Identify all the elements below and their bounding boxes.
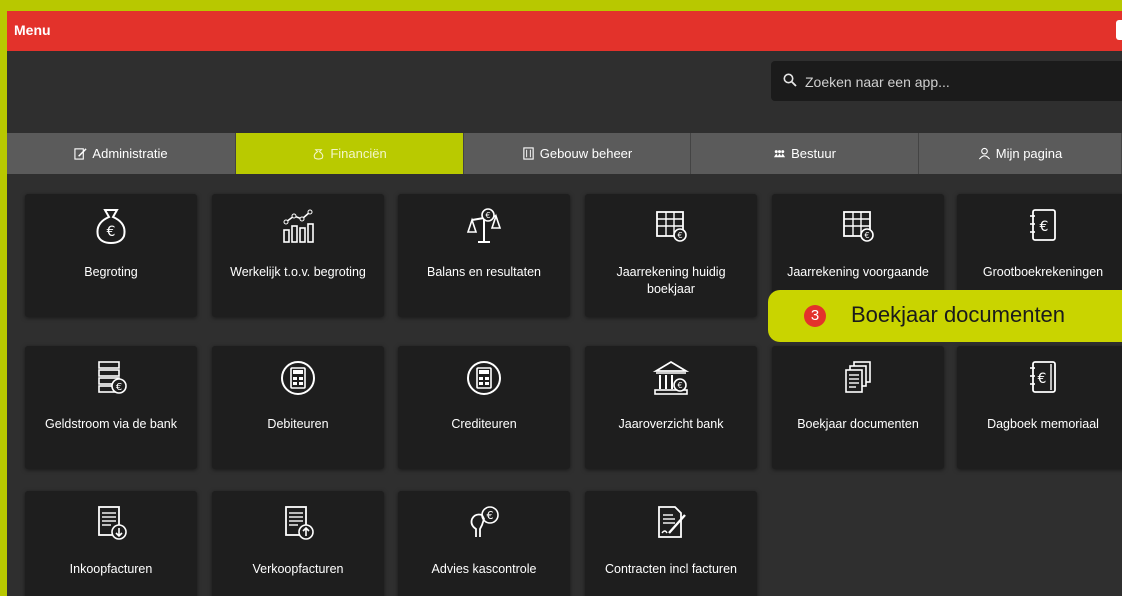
- search-input[interactable]: [803, 70, 1107, 94]
- advice-euro-icon: €: [470, 506, 499, 537]
- svg-text:€: €: [677, 231, 682, 240]
- tile-label: Contracten incl facturen: [604, 562, 737, 576]
- people-icon: [774, 150, 786, 158]
- menu-bar: Menu: [7, 11, 1122, 51]
- svg-text:€: €: [485, 211, 490, 220]
- spreadsheet-euro-icon: €: [656, 211, 687, 242]
- tile-label: Crediteuren: [451, 417, 517, 431]
- tile-label: Dagboek memoriaal: [987, 417, 1099, 431]
- journal-euro-icon: €: [1030, 361, 1056, 393]
- building-icon: [523, 147, 534, 160]
- invoice-upload-icon: [285, 506, 314, 540]
- tile-balans-en-resultaten[interactable]: € Balans en resultaten: [398, 194, 570, 317]
- search-box[interactable]: [771, 61, 1122, 101]
- calculator-icon: [281, 361, 315, 395]
- tile-label: Jaaroverzicht bank: [618, 417, 724, 431]
- tab-administratie[interactable]: Administratie: [7, 133, 236, 174]
- tile-geldstroom-via-de-bank[interactable]: € Geldstroom via de bank: [25, 346, 197, 469]
- money-bag-icon: [314, 149, 324, 160]
- cash-flow-icon: €: [98, 361, 127, 394]
- tab-mijn-pagina[interactable]: Mijn pagina: [919, 133, 1122, 174]
- money-bag-euro-icon: €: [96, 209, 126, 245]
- tab-label: Administratie: [92, 146, 168, 161]
- tab-financien[interactable]: Financiën: [236, 133, 464, 174]
- calculator-icon: [467, 361, 501, 395]
- tile-werkelijk-tov-begroting[interactable]: Werkelijk t.o.v. begroting: [212, 194, 384, 317]
- svg-text:€: €: [107, 224, 116, 240]
- bank-icon: €: [652, 360, 690, 395]
- svg-text:€: €: [1040, 219, 1049, 235]
- menu-title: Menu: [14, 22, 51, 38]
- tab-gebouw-beheer[interactable]: Gebouw beheer: [464, 133, 691, 174]
- tile-begroting[interactable]: € Begroting: [25, 194, 197, 317]
- tab-label: Financiën: [330, 146, 387, 161]
- tile-label: Balans en resultaten: [427, 265, 541, 279]
- window-button[interactable]: [1116, 20, 1122, 40]
- svg-text:€: €: [487, 509, 494, 522]
- tile-contracten-incl-facturen[interactable]: Contracten incl facturen: [585, 491, 757, 596]
- top-bar: [7, 51, 1122, 133]
- tile-dagboek-memoriaal[interactable]: € Dagboek memoriaal: [957, 346, 1122, 469]
- documents-icon: [845, 361, 871, 393]
- contract-sign-icon: [658, 506, 686, 538]
- invoice-download-icon: [98, 506, 127, 540]
- tile-label: Werkelijk t.o.v. begroting: [230, 265, 366, 279]
- bar-chart-icon: [283, 209, 314, 243]
- svg-text:€: €: [116, 382, 122, 393]
- tile-jaaroverzicht-bank[interactable]: € Jaaroverzicht bank: [585, 346, 757, 469]
- tile-label: Boekjaar documenten: [797, 417, 919, 431]
- tile-boekjaar-documenten[interactable]: Boekjaar documenten: [772, 346, 944, 469]
- svg-text:€: €: [1038, 371, 1047, 387]
- callout-text: Boekjaar documenten: [851, 302, 1066, 327]
- tile-crediteuren[interactable]: Crediteuren: [398, 346, 570, 469]
- tile-label: Jaarrekening huidig boekjaar: [616, 265, 726, 296]
- category-tabs: Administratie Financiën Gebouw beheer Be…: [7, 133, 1122, 174]
- tile-label: Debiteuren: [267, 417, 329, 431]
- callout-banner: 3 Boekjaar documenten: [768, 290, 1122, 342]
- callout-number-badge: 3: [804, 305, 826, 327]
- app-window: Menu Administratie Financiën: [7, 11, 1122, 596]
- scale-euro-icon: €: [466, 208, 502, 243]
- tile-advies-kascontrole[interactable]: € Advies kascontrole: [398, 491, 570, 596]
- ledger-euro-icon: €: [1030, 209, 1056, 241]
- tile-label: Verkoopfacturen: [252, 562, 344, 576]
- edit-icon: [74, 148, 88, 160]
- svg-text:€: €: [864, 231, 869, 240]
- tab-bestuur[interactable]: Bestuur: [691, 133, 919, 174]
- tile-verkoopfacturen[interactable]: Verkoopfacturen: [212, 491, 384, 596]
- app-grid: € Begroting Werkelijk t.o.v. begroting €…: [7, 174, 1122, 596]
- tab-label: Mijn pagina: [995, 146, 1063, 161]
- tile-label: Geldstroom via de bank: [44, 417, 177, 431]
- spreadsheet-euro-icon: €: [843, 211, 874, 242]
- tile-label: Advies kascontrole: [431, 562, 537, 576]
- tile-label: Grootboekrekeningen: [982, 265, 1104, 279]
- tile-debiteuren[interactable]: Debiteuren: [212, 346, 384, 469]
- user-icon: [978, 147, 990, 160]
- tile-label: Begroting: [84, 265, 138, 279]
- tile-label: Jaarrekening voorgaande: [787, 265, 929, 279]
- tile-label: Inkoopfacturen: [69, 562, 153, 576]
- tab-label: Gebouw beheer: [539, 146, 633, 161]
- tile-jaarrekening-huidig-boekjaar[interactable]: € Jaarrekening huidig boekjaar: [585, 194, 757, 317]
- tab-label: Bestuur: [791, 146, 836, 161]
- search-icon: [783, 73, 797, 87]
- svg-text:€: €: [677, 381, 682, 390]
- tile-inkoopfacturen[interactable]: Inkoopfacturen: [25, 491, 197, 596]
